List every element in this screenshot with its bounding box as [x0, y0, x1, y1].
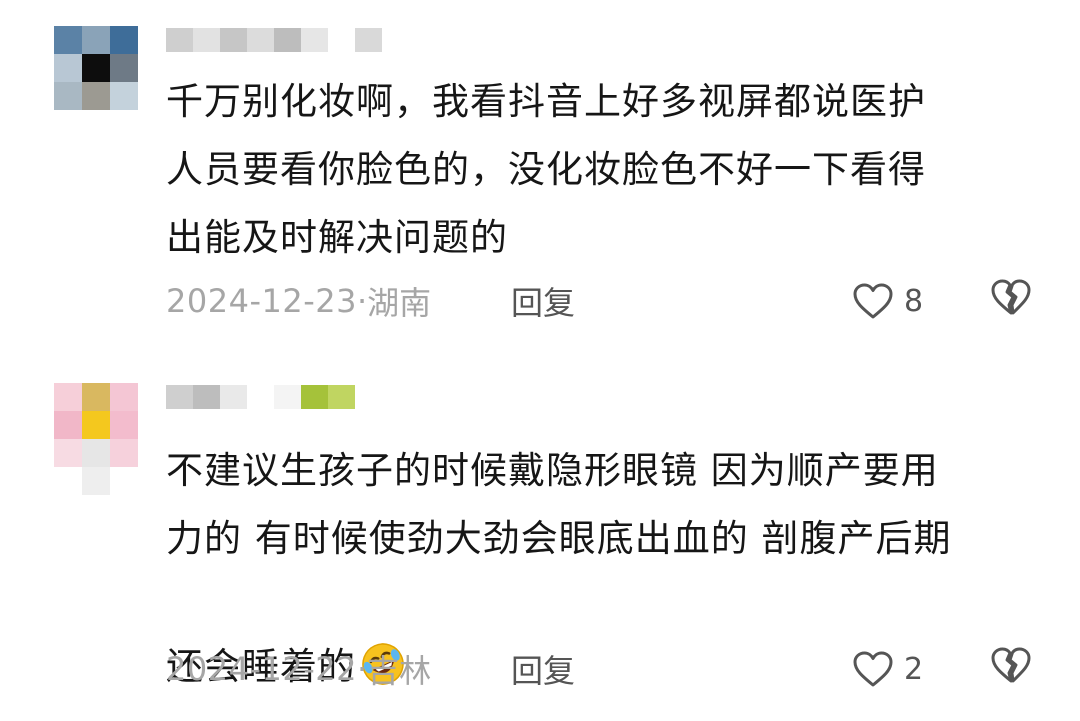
username-mosaic-cell [166, 385, 193, 409]
like-button[interactable]: 2 [852, 650, 923, 688]
avatar-mosaic-cell [82, 54, 110, 82]
username-mosaic-cell [274, 385, 301, 409]
avatar-mosaic-cell [54, 411, 82, 439]
username-mosaic[interactable] [166, 385, 355, 409]
username-mosaic-cell [274, 28, 301, 52]
comment-text: 千万别化妆啊，我看抖音上好多视屏都说医护 人员要看你脸色的，没化妆脸色不好一下看… [166, 80, 926, 259]
avatar-mosaic-cell [82, 383, 110, 411]
username-mosaic-cell [301, 28, 328, 52]
avatar-mosaic-cell [54, 26, 82, 54]
avatar-mosaic-cell [82, 26, 110, 54]
avatar-mosaic-cell [110, 383, 138, 411]
reply-button[interactable]: 回复 [511, 646, 575, 692]
avatar-mosaic-cell [110, 26, 138, 54]
comment-item: 千万别化妆啊，我看抖音上好多视屏都说医护 人员要看你脸色的，没化妆脸色不好一下看… [0, 0, 1080, 350]
avatar-mosaic-cell [54, 82, 82, 110]
heart-icon [853, 651, 893, 687]
meta-separator: · [356, 650, 368, 688]
username-mosaic-cell [193, 28, 220, 52]
avatar-mosaic-cell [54, 54, 82, 82]
comment-location: 吉林 [367, 652, 432, 690]
comment-date: 2024-12-22 [166, 650, 357, 688]
avatar-mosaic-cell [110, 411, 138, 439]
username-mosaic-cell [220, 385, 247, 409]
avatar-mosaic-cell [54, 467, 82, 495]
dislike-button[interactable] [990, 278, 1032, 324]
reply-button[interactable]: 回复 [511, 278, 575, 324]
avatar-mosaic-cell [110, 439, 138, 467]
avatar[interactable] [54, 26, 138, 110]
comment-item: 不建议生孩子的时候戴隐形眼镜 因为顺产要用 力的 有时候使劲大劲会眼底出血的 剖… [0, 355, 1080, 721]
username-mosaic-cell [328, 28, 355, 52]
avatar-mosaic-cell [82, 82, 110, 110]
username-mosaic[interactable] [166, 28, 382, 52]
avatar-mosaic-cell [54, 439, 82, 467]
comment-meta: 2024-12-23 · 湖南 回复 8 [166, 279, 1046, 323]
username-mosaic-cell [355, 28, 382, 52]
like-count: 2 [904, 651, 924, 687]
dislike-button[interactable] [990, 646, 1032, 692]
avatar-mosaic-cell [110, 54, 138, 82]
broken-heart-icon [991, 647, 1031, 683]
username-mosaic-cell [247, 385, 274, 409]
comment-date: 2024-12-23 [166, 282, 357, 320]
like-count: 8 [904, 283, 924, 319]
avatar-mosaic-cell [82, 411, 110, 439]
username-mosaic-cell [220, 28, 247, 52]
heart-icon [853, 283, 893, 319]
avatar-mosaic-cell [82, 439, 110, 467]
rolling-on-floor-laughing-emoji [360, 573, 406, 685]
avatar-mosaic-cell [54, 383, 82, 411]
avatar-mosaic-cell [110, 82, 138, 110]
username-mosaic-cell [301, 385, 328, 409]
username-mosaic-cell [166, 28, 193, 52]
comment-meta: 2024-12-22 · 吉林 回复 2 [166, 647, 1046, 691]
username-mosaic-cell [247, 28, 274, 52]
username-mosaic-cell [328, 385, 355, 409]
avatar-mosaic-cell [82, 467, 110, 495]
broken-heart-icon [991, 279, 1031, 315]
comment-location: 湖南 [367, 284, 432, 322]
meta-separator: · [356, 282, 368, 320]
avatar[interactable] [54, 383, 138, 495]
avatar-mosaic-cell [110, 467, 138, 495]
like-button[interactable]: 8 [852, 282, 923, 320]
username-mosaic-cell [193, 385, 220, 409]
